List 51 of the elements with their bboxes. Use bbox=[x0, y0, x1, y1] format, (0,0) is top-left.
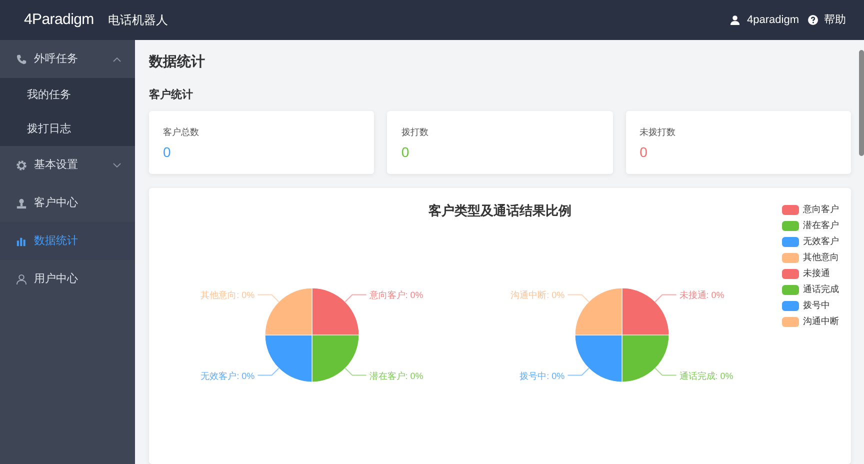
leader-line bbox=[654, 294, 677, 302]
legend-item[interactable]: 拨号中 bbox=[782, 300, 845, 312]
help-link[interactable]: 帮助 bbox=[824, 12, 846, 28]
slice-label: 未接通: 0% bbox=[679, 290, 724, 300]
slice-label: 拨号中: 0% bbox=[520, 370, 565, 381]
slice-label: 意向客户: 0% bbox=[369, 290, 424, 300]
menu-item[interactable]: 客户中心 bbox=[0, 184, 135, 222]
leader-line bbox=[257, 294, 280, 302]
user-icon bbox=[730, 15, 740, 25]
legend-item[interactable]: 沟通中断 bbox=[782, 316, 845, 328]
slice-label: 其他意向: 0% bbox=[200, 290, 255, 300]
logo: 4Paradigm bbox=[24, 10, 94, 30]
stat-label: 未拨打数 bbox=[640, 126, 677, 138]
stat-value: 0 bbox=[163, 144, 172, 160]
slice-label: 无效客户: 0% bbox=[200, 370, 255, 381]
legend-item[interactable]: 其他意向 bbox=[782, 252, 845, 264]
stat-label: 拨打数 bbox=[401, 126, 430, 138]
leader-line bbox=[344, 368, 367, 376]
leader-line bbox=[567, 294, 590, 302]
phone-icon bbox=[16, 54, 27, 64]
submenu-item[interactable]: 我的任务 bbox=[0, 78, 135, 112]
stat-label: 客户总数 bbox=[163, 126, 200, 138]
legend-item[interactable]: 无效客户 bbox=[782, 236, 845, 248]
leader-line bbox=[654, 368, 677, 376]
stat-value: 0 bbox=[640, 144, 648, 160]
leader-line bbox=[257, 368, 280, 376]
chart-title: 客户类型及通话结果比例 bbox=[428, 203, 572, 218]
app-title: 电话机器人 bbox=[108, 12, 168, 29]
gear-icon bbox=[16, 160, 27, 170]
slice-label: 通话完成: 0% bbox=[679, 370, 734, 381]
user-name[interactable]: 4paradigm bbox=[747, 12, 799, 28]
user-icon bbox=[16, 274, 27, 284]
leader-line bbox=[344, 294, 367, 302]
stat-value: 0 bbox=[401, 144, 410, 160]
menu-item[interactable]: 数据统计 bbox=[0, 222, 135, 260]
page-title: 数据统计 bbox=[149, 52, 206, 71]
legend-item[interactable]: 意向客户 bbox=[782, 204, 845, 216]
legend-item[interactable]: 潜在客户 bbox=[782, 220, 845, 232]
slice-label: 沟通中断: 0% bbox=[510, 290, 565, 300]
legend-item[interactable]: 未接通 bbox=[782, 268, 845, 280]
menu-item[interactable]: 基本设置 bbox=[0, 146, 135, 184]
person-icon bbox=[16, 198, 27, 208]
legend-item[interactable]: 通话完成 bbox=[782, 284, 845, 296]
section-title: 客户统计 bbox=[149, 88, 194, 103]
menu-item[interactable]: 用户中心 bbox=[0, 260, 135, 298]
slice-label: 潜在客户: 0% bbox=[369, 370, 424, 381]
bar-chart-icon bbox=[16, 236, 27, 246]
help-icon[interactable] bbox=[808, 15, 818, 25]
leader-line bbox=[567, 368, 590, 376]
menu-item[interactable]: 外呼任务 bbox=[0, 40, 135, 78]
submenu-item[interactable]: 拨打日志 bbox=[0, 112, 135, 146]
